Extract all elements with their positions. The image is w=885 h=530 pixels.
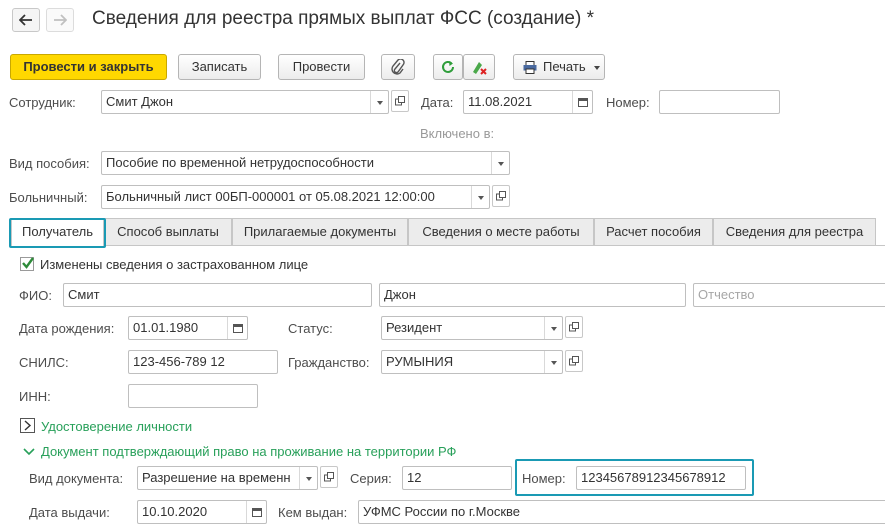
sick-leave-label: Больничный:: [9, 190, 88, 205]
issued-by-label: Кем выдан:: [278, 505, 348, 520]
citizenship-open-button[interactable]: [565, 350, 583, 372]
refresh-button[interactable]: [433, 54, 463, 80]
date-field[interactable]: 11.08.2021: [463, 90, 593, 114]
issue-date-field[interactable]: 10.10.2020: [137, 500, 267, 524]
sick-leave-dropdown-icon[interactable]: [471, 186, 489, 208]
changed-info-label: Изменены сведения о застрахованном лице: [40, 257, 309, 272]
issue-date-label: Дата выдачи:: [29, 505, 110, 520]
unpost-icon: [473, 62, 487, 75]
arrow-left-icon: [19, 14, 32, 26]
nav-forward-button[interactable]: [46, 8, 74, 32]
citizenship-dropdown-icon[interactable]: [544, 351, 562, 373]
window-title: Сведения для реестра прямых выплат ФСС (…: [92, 8, 594, 29]
employee-open-button[interactable]: [391, 90, 409, 112]
chevron-down-icon[interactable]: [23, 447, 35, 457]
calendar-icon[interactable]: [227, 317, 247, 339]
sick-leave-field[interactable]: Больничный лист 00БП-000001 от 05.08.202…: [101, 185, 490, 209]
attach-button[interactable]: [381, 54, 415, 80]
inn-field[interactable]: [128, 384, 258, 408]
status-open-button[interactable]: [565, 316, 583, 338]
inn-label: ИНН:: [19, 389, 51, 404]
residence-group-label[interactable]: Документ подтверждающий право на прожива…: [41, 444, 456, 460]
refresh-icon: [442, 60, 454, 73]
open-icon: [569, 322, 579, 332]
benefit-type-dropdown-icon[interactable]: [491, 152, 509, 174]
number-label: Номер:: [606, 95, 650, 110]
first-name-field[interactable]: Джон: [379, 283, 686, 307]
changed-info-checkbox[interactable]: [20, 257, 34, 271]
calendar-icon[interactable]: [572, 91, 592, 113]
middle-name-field[interactable]: Отчество: [693, 283, 885, 307]
tabs-baseline: [9, 245, 885, 246]
status-label: Статус:: [288, 321, 333, 336]
arrow-right-icon: [54, 14, 67, 26]
id-group-toggle[interactable]: [20, 418, 35, 433]
chevron-right-icon: [24, 420, 32, 431]
benefit-type-label: Вид пособия:: [9, 156, 90, 171]
doc-number-highlight: [515, 459, 754, 496]
status-dropdown-icon[interactable]: [544, 317, 562, 339]
doc-type-label: Вид документа:: [29, 471, 124, 486]
snils-label: СНИЛС:: [19, 355, 69, 370]
employee-field[interactable]: Смит Джон: [101, 90, 389, 114]
doc-type-field[interactable]: Разрешение на временн: [137, 466, 318, 490]
open-icon: [324, 472, 334, 482]
tab-recipient-highlight: [9, 218, 106, 248]
birth-date-field[interactable]: 01.01.1980: [128, 316, 248, 340]
chevron-down-icon: [594, 66, 600, 70]
print-button-label: Печать: [543, 59, 586, 74]
paperclip-icon: [391, 59, 405, 75]
issued-by-field[interactable]: УФМС России по г.Москве: [358, 500, 885, 524]
employee-label: Сотрудник:: [9, 95, 76, 110]
open-icon: [395, 96, 405, 106]
series-field[interactable]: 12: [402, 466, 512, 490]
fio-label: ФИО:: [19, 288, 52, 303]
last-name-field[interactable]: Смит: [63, 283, 372, 307]
nav-back-button[interactable]: [12, 8, 40, 32]
employee-dropdown-icon[interactable]: [370, 91, 388, 113]
series-label: Серия:: [350, 471, 392, 486]
post-and-close-button[interactable]: Провести и закрыть: [10, 54, 167, 80]
checkmark-icon: [22, 257, 34, 269]
number-field[interactable]: [659, 90, 780, 114]
citizenship-field[interactable]: РУМЫНИЯ: [381, 350, 563, 374]
sick-leave-open-button[interactable]: [492, 185, 510, 207]
tab-workplace-info[interactable]: Сведения о месте работы: [408, 218, 594, 245]
citizenship-label: Гражданство:: [288, 355, 370, 370]
clear-posting-button[interactable]: [463, 54, 495, 80]
doc-type-dropdown-icon[interactable]: [299, 467, 317, 489]
included-label: Включено в:: [420, 126, 495, 141]
id-group-label[interactable]: Удостоверение личности: [41, 419, 192, 435]
tab-registry-info[interactable]: Сведения для реестра: [713, 218, 876, 245]
tab-attached-documents[interactable]: Прилагаемые документы: [232, 218, 408, 245]
open-icon: [496, 191, 506, 201]
open-icon: [569, 356, 579, 366]
post-button[interactable]: Провести: [278, 54, 365, 80]
date-label: Дата:: [421, 95, 454, 110]
tab-payment-method[interactable]: Способ выплаты: [104, 218, 232, 245]
print-button[interactable]: Печать: [513, 54, 605, 80]
save-button[interactable]: Записать: [178, 54, 261, 80]
birth-date-label: Дата рождения:: [19, 321, 115, 336]
benefit-type-field[interactable]: Пособие по временной нетрудоспособности: [101, 151, 510, 175]
status-field[interactable]: Резидент: [381, 316, 563, 340]
doc-type-open-button[interactable]: [320, 466, 338, 488]
printer-icon: [523, 61, 537, 74]
calendar-icon[interactable]: [246, 501, 266, 523]
tab-benefit-calculation[interactable]: Расчет пособия: [594, 218, 713, 245]
snils-field[interactable]: 123-456-789 12: [128, 350, 278, 374]
